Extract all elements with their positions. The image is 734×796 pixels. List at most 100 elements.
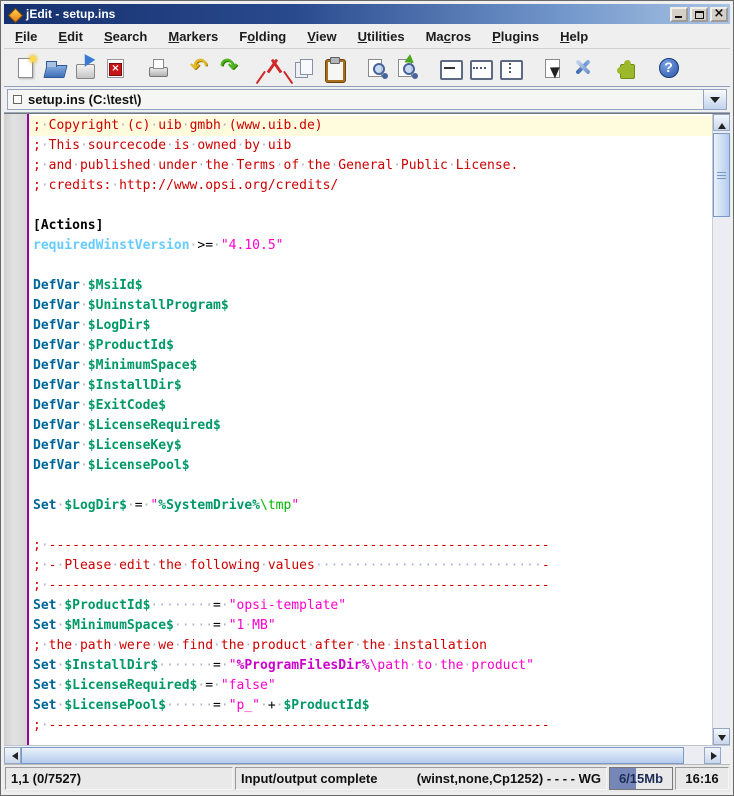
find-button[interactable] bbox=[362, 53, 391, 82]
code-line: [Actions] bbox=[33, 218, 104, 233]
code-line: ;·--------------------------------------… bbox=[33, 578, 550, 593]
help-icon bbox=[657, 56, 681, 80]
code-line: DefVar·$ProductId$ bbox=[33, 338, 174, 353]
code-line: ;·-·Please·edit·the·following·values····… bbox=[33, 558, 550, 573]
code-line: ;·--------------------------------------… bbox=[33, 538, 550, 553]
buffer-options-button[interactable] bbox=[538, 53, 567, 82]
clock: 16:16 bbox=[675, 767, 729, 790]
menu-utilities[interactable]: Utilities bbox=[351, 26, 412, 47]
paste-icon bbox=[322, 56, 346, 82]
menu-edit[interactable]: Edit bbox=[51, 26, 90, 47]
menu-help[interactable]: Help bbox=[553, 26, 595, 47]
menu-plugins[interactable]: Plugins bbox=[485, 26, 546, 47]
gutter[interactable] bbox=[4, 114, 29, 745]
new-file-icon bbox=[13, 56, 37, 80]
code-line: ;·credits:·http://www.opsi.org/credits/ bbox=[33, 178, 339, 193]
status-message: Input/output complete bbox=[241, 771, 378, 786]
code-line: ;·the·path·were·we·find·the·product·afte… bbox=[33, 638, 488, 653]
split-horizontal-icon bbox=[468, 56, 493, 80]
menu-macros[interactable]: Macros bbox=[419, 26, 479, 47]
menu-view[interactable]: View bbox=[300, 26, 343, 47]
close-buffer-button[interactable] bbox=[100, 53, 129, 82]
memory-gauge[interactable]: 6/15Mb bbox=[609, 767, 673, 790]
mode-info: (winst,none,Cp1252) - - - - WG bbox=[416, 771, 601, 786]
new-file-button[interactable] bbox=[10, 53, 39, 82]
cut-icon bbox=[262, 56, 286, 80]
paste-button[interactable] bbox=[319, 53, 348, 82]
code-line: DefVar·$InstallDir$ bbox=[33, 378, 182, 393]
scroll-down-button[interactable] bbox=[713, 728, 730, 745]
memory-text: 6/15Mb bbox=[618, 771, 664, 786]
code-line: DefVar·$MinimumSpace$ bbox=[33, 358, 198, 373]
text-area[interactable]: ;·Copyright·(c)·uib·gmbh·(www.uib.de) ;·T… bbox=[29, 114, 712, 745]
split-vertical-icon bbox=[498, 56, 523, 80]
code-line: Set·$MinimumSpace$·····=·"1·MB" bbox=[33, 618, 276, 633]
cut-button[interactable] bbox=[259, 53, 288, 82]
code-line: Set·$InstallDir$·······=·"%ProgramFilesD… bbox=[33, 658, 534, 673]
find-next-icon bbox=[395, 56, 419, 80]
undo-button[interactable] bbox=[186, 53, 215, 82]
find-next-button[interactable] bbox=[392, 53, 421, 82]
split-horizontal-button[interactable] bbox=[465, 53, 494, 82]
status-message-box: Input/output complete (winst,none,Cp1252… bbox=[235, 767, 607, 790]
jedit-icon bbox=[8, 8, 21, 21]
copy-button[interactable] bbox=[289, 53, 318, 82]
horizontal-scroll-thumb[interactable] bbox=[21, 747, 684, 764]
vertical-scroll-track[interactable] bbox=[713, 131, 730, 728]
redo-button[interactable] bbox=[216, 53, 245, 82]
plugin-manager-icon bbox=[614, 56, 638, 80]
save-file-icon bbox=[73, 56, 97, 80]
menu-file[interactable]: File bbox=[8, 26, 44, 47]
unsplit-button[interactable] bbox=[435, 53, 464, 82]
code-line: Set·$LogDir$·=·"%SystemDrive%\tmp" bbox=[33, 498, 300, 513]
toolbar bbox=[4, 49, 730, 87]
vertical-scroll-thumb[interactable] bbox=[713, 133, 730, 217]
help-button[interactable] bbox=[654, 53, 683, 82]
open-file-button[interactable] bbox=[40, 53, 69, 82]
maximize-button[interactable] bbox=[690, 6, 708, 22]
code-line: DefVar·$LicenseRequired$ bbox=[33, 418, 221, 433]
code-line: ;·and·published·under·the·Terms·of·the·G… bbox=[33, 158, 519, 173]
scroll-up-button[interactable] bbox=[713, 114, 730, 131]
titlebar: jEdit - setup.ins × bbox=[4, 4, 730, 24]
maximize-icon bbox=[695, 10, 704, 19]
buffer-label: setup.ins (C:\test\) bbox=[28, 92, 142, 107]
split-vertical-button[interactable] bbox=[495, 53, 524, 82]
copy-icon bbox=[292, 56, 316, 80]
scroll-left-button[interactable] bbox=[4, 747, 21, 764]
buffer-dropdown-button[interactable] bbox=[703, 90, 726, 109]
scroll-right-button[interactable] bbox=[704, 747, 721, 764]
code-line: DefVar·$UninstallProgram$ bbox=[33, 298, 229, 313]
plugin-manager-button[interactable] bbox=[611, 53, 640, 82]
redo-icon bbox=[219, 54, 243, 80]
buffer-switcher[interactable]: setup.ins (C:\test\) bbox=[7, 89, 727, 110]
menu-search[interactable]: Search bbox=[97, 26, 154, 47]
menu-markers[interactable]: Markers bbox=[161, 26, 225, 47]
print-button[interactable] bbox=[143, 53, 172, 82]
close-button[interactable]: × bbox=[710, 6, 728, 22]
vertical-scrollbar bbox=[712, 114, 730, 745]
jedit-window: jEdit - setup.ins × File Edit Search Marker… bbox=[0, 0, 734, 796]
scrollbar-corner bbox=[721, 746, 730, 764]
buffer-options-icon bbox=[541, 56, 565, 80]
statusbar: 1,1 (0/7527) Input/output complete (wins… bbox=[4, 764, 730, 792]
horizontal-scrollbar bbox=[4, 745, 730, 764]
code-line: ;·This·sourcecode·is·owned·by·uib bbox=[33, 138, 292, 153]
editor: ;·Copyright·(c)·uib·gmbh·(www.uib.de) ;·T… bbox=[4, 113, 730, 745]
save-file-button[interactable] bbox=[70, 53, 99, 82]
code-line: requiredWinstVersion·>=·"4.10.5" bbox=[33, 238, 284, 253]
find-icon bbox=[365, 56, 389, 80]
undo-icon bbox=[189, 54, 213, 80]
minimize-button[interactable] bbox=[670, 6, 688, 22]
global-options-icon bbox=[571, 56, 595, 80]
code-line: Set·$ProductId$········=·"opsi-template" bbox=[33, 598, 347, 613]
horizontal-scroll-track[interactable] bbox=[21, 747, 704, 764]
code-line: ;·Copyright·(c)·uib·gmbh·(www.uib.de) bbox=[29, 116, 712, 136]
buffer-switcher-bar: setup.ins (C:\test\) bbox=[4, 87, 730, 113]
code-line: DefVar·$ExitCode$ bbox=[33, 398, 167, 413]
menu-folding[interactable]: Folding bbox=[232, 26, 293, 47]
global-options-button[interactable] bbox=[568, 53, 597, 82]
clean-square-icon bbox=[13, 95, 22, 104]
